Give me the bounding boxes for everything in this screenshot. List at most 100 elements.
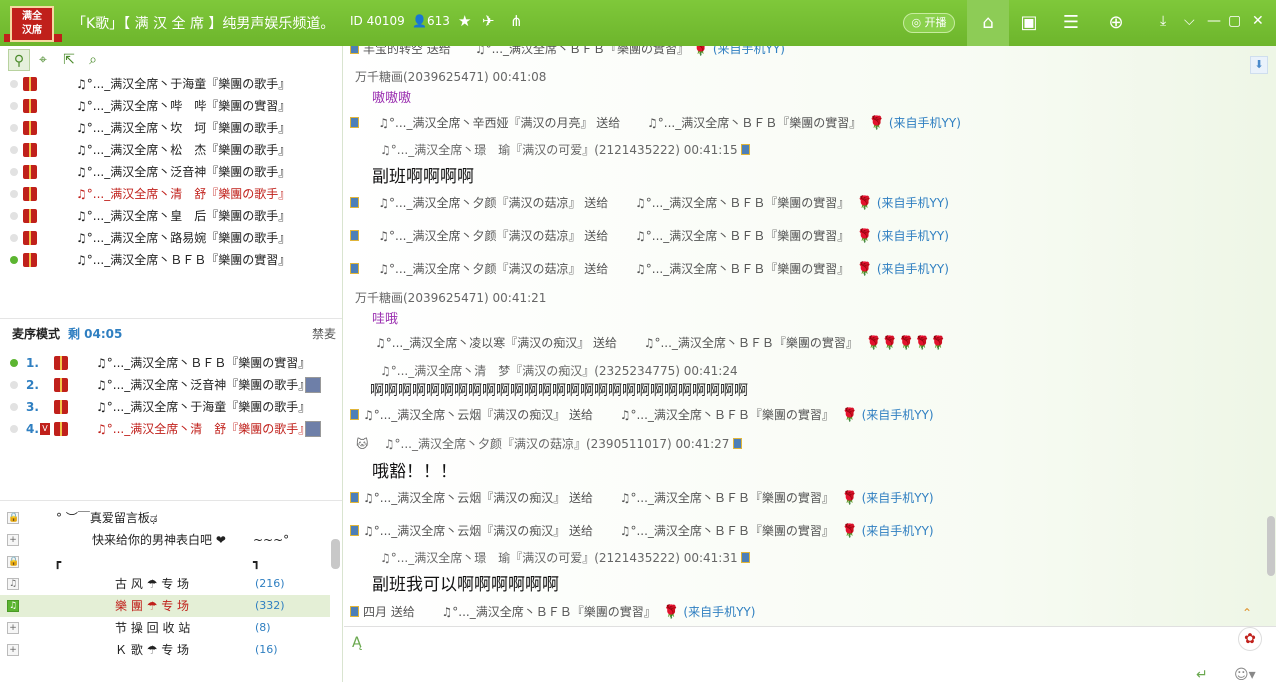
- skin-icon[interactable]: ⌵: [1184, 13, 1195, 29]
- sub-channel-row[interactable]: ♫ 古 风 ☂ 专 场 (216): [0, 573, 330, 595]
- logo-char-2: 全: [32, 11, 42, 22]
- sub-channel-name: 快来给你的男神表白吧 ❤: [92, 533, 226, 547]
- gift-icon: [54, 400, 68, 414]
- status-dot: [10, 359, 18, 367]
- user-row[interactable]: ♫°..._满汉全席丶松 杰『樂團の歌手』: [0, 139, 340, 161]
- left-panel: ⚲ ⌖ ⇱ ⌕ ♫°..._满汉全席丶于海童『樂團の歌手』 ♫°..._满汉全席…: [0, 46, 343, 682]
- sub-channel-name: 节 操 回 收 站: [115, 621, 191, 635]
- gift-icon: [23, 231, 37, 245]
- message-meta: 🐱 ♫°..._满汉全席丶夕颜『满汉の菇凉』(2390511017) 00:41…: [356, 435, 746, 452]
- gamepad-icon[interactable]: ⊕: [1095, 0, 1137, 46]
- queue-row[interactable]: 4. V ♫°..._满汉全席丶清 舒『樂團の歌手』: [0, 418, 340, 440]
- status-dot: [10, 256, 18, 264]
- queue-name: ♫°..._满汉全席丶ＢＦＢ『樂團の實習』: [96, 356, 311, 370]
- user-row[interactable]: ♫°..._满汉全席丶路易婉『樂團の歌手』: [0, 227, 340, 249]
- chat-scrollbar[interactable]: [1267, 516, 1275, 576]
- search-icon[interactable]: ⌕: [82, 49, 104, 71]
- location-tab-icon[interactable]: ⌖: [32, 49, 54, 71]
- gift-to: ♫°..._满汉全席丶ＢＦＢ『樂團の實習』: [441, 605, 656, 619]
- sub-channel-count: (216): [255, 577, 285, 590]
- mobile-source: (来自手机YY): [888, 116, 961, 130]
- sub-channel-row-active[interactable]: ♫ 樂 團 ☂ 专 场 (332): [0, 595, 330, 617]
- sub-channel-row[interactable]: 🔒 ° ︶￣真爱留言板ಢ: [0, 507, 330, 529]
- sub-channel-decoration: ┓: [253, 555, 261, 569]
- gift-from: ♫°..._满汉全席丶夕颜『满汉の菇凉』 送给: [378, 229, 609, 243]
- phone-icon: [350, 492, 359, 503]
- gift-from: ♫°..._满汉全席丶云烟『满汉の痴汉』 送给: [363, 524, 594, 538]
- logo-emblem: 满全 汉席: [10, 6, 54, 42]
- gift-to: ♫°..._满汉全席丶ＢＦＢ『樂團の實習』: [635, 229, 850, 243]
- user-name: ♫°..._满汉全席丶泛音神『樂團の歌手』: [76, 165, 291, 179]
- channel-title: 「K歌」【 满 汉 全 席 】纯男声娱乐频道。: [72, 16, 335, 32]
- download-icon[interactable]: ⤓: [1160, 13, 1166, 29]
- sub-channel-row[interactable]: 🔒 ┏ ┓: [0, 551, 330, 573]
- mobile-source: (来自手机YY): [861, 408, 934, 422]
- phone-icon: [741, 552, 751, 563]
- message-meta-text: ♫°..._满汉全席丶夕颜『满汉の菇凉』(2390511017) 00:41:2…: [383, 437, 730, 451]
- message-meta: 万千糖画(2039625471) 00:41:08: [355, 70, 547, 84]
- user-row[interactable]: ♫°..._满汉全席丶皇 后『樂團の歌手』: [0, 205, 340, 227]
- user-list-tab-icon[interactable]: ⚲: [8, 49, 30, 71]
- home-icon[interactable]: ⌂: [967, 0, 1009, 46]
- user-name: ♫°..._满汉全席丶皇 后『樂團の歌手』: [76, 209, 291, 223]
- gift-message: ♫°..._满汉全席丶云烟『满汉の痴汉』 送给 ♫°..._满汉全席丶ＢＦＢ『樂…: [350, 406, 934, 423]
- status-dot: [10, 425, 18, 433]
- channel-logo[interactable]: 满全 汉席: [4, 4, 62, 44]
- scroll-down-icon[interactable]: ⬇: [1250, 56, 1268, 74]
- profile-card-icon[interactable]: ▣: [1008, 0, 1050, 46]
- share-icon[interactable]: ⋔: [510, 12, 523, 30]
- queue-row[interactable]: 1. ♫°..._满汉全席丶ＢＦＢ『樂團の實習』: [0, 352, 340, 374]
- gift-icon: [54, 422, 68, 436]
- gift-to: ♫°..._满汉全席丶ＢＦＢ『樂團の實習』: [619, 524, 834, 538]
- send-icon[interactable]: ↵: [1196, 667, 1208, 682]
- minimize-icon[interactable]: —: [1207, 13, 1221, 29]
- gift-to: ♫°..._满汉全席丶ＢＦＢ『樂團の實習』: [647, 116, 862, 130]
- user-name: ♫°..._满汉全席丶松 杰『樂團の歌手』: [76, 143, 291, 157]
- avatar[interactable]: [305, 421, 321, 437]
- queue-number: 3.: [26, 400, 39, 414]
- gift-message: ♫°..._满汉全席丶辛西娅『满汉の月亮』 送给 ♫°..._满汉全席丶ＢＦＢ『…: [350, 114, 961, 131]
- user-row[interactable]: ♫°..._满汉全席丶哔 哔『樂團の實習』: [0, 95, 340, 117]
- live-button[interactable]: ◎ 开播: [903, 13, 955, 33]
- sub-channel-row[interactable]: + 快来给你的男神表白吧 ❤ ~~~°: [0, 529, 330, 551]
- user-row[interactable]: ♫°..._满汉全席丶坎 坷『樂團の歌手』: [0, 117, 340, 139]
- user-row[interactable]: ♫°..._满汉全席丶泛音神『樂團の歌手』: [0, 161, 340, 183]
- user-row[interactable]: ♫°..._满汉全席丶于海童『樂團の歌手』: [0, 73, 340, 95]
- sub-channel-row[interactable]: + 节 操 回 收 站 (8): [0, 617, 330, 639]
- rose-icon: 🌹: [856, 262, 874, 277]
- sub-channel-name: ° ︶￣真爱留言板ಢ: [56, 511, 158, 525]
- avatar[interactable]: [305, 377, 321, 393]
- voice-input-icon[interactable]: Ą: [352, 635, 362, 651]
- gift-message: 四月 送给 ♫°..._满汉全席丶ＢＦＢ『樂團の實習』 🌹 (来自手机YY): [350, 603, 755, 620]
- rose-icon: 🌹: [856, 196, 874, 211]
- chat-area[interactable]: ⬇ 丰宝的转空 送给 ♫°..._满汉全席丶ＢＦＢ『樂團の實習』 🌹 (来自手机…: [344, 46, 1276, 626]
- flower-gift-icon[interactable]: ✿: [1238, 627, 1262, 651]
- scroll-up-icon[interactable]: ⌃: [1242, 606, 1252, 620]
- phone-icon: [350, 409, 359, 420]
- close-icon[interactable]: ✕: [1252, 13, 1264, 29]
- status-dot: [10, 234, 18, 242]
- rose-icons: 🌹🌹🌹🌹🌹: [865, 336, 947, 351]
- user-row[interactable]: ♫°..._满汉全席丶ＢＦＢ『樂團の實習』: [0, 249, 340, 271]
- queue-remaining: 剩 04:05: [68, 327, 123, 341]
- mobile-source: (来自手机YY): [876, 196, 949, 210]
- phone-icon: [350, 230, 359, 241]
- ban-mic-button[interactable]: 禁麦: [312, 325, 336, 342]
- queue-row[interactable]: 2. ♫°..._满汉全席丶泛音神『樂團の歌手』: [0, 374, 340, 396]
- star-icon[interactable]: ★: [458, 12, 471, 30]
- rose-icon: 🌹: [663, 605, 680, 620]
- message-input[interactable]: [384, 633, 1224, 675]
- user-row[interactable]: ♫°..._满汉全席丶清 舒『樂團の歌手』: [0, 183, 340, 205]
- gift-text: 丰宝的转空 送给 ♫°..._满汉全席丶ＢＦＢ『樂團の實習』: [363, 46, 690, 56]
- maximize-icon[interactable]: ▢: [1228, 13, 1241, 29]
- channel-id: ID 40109: [350, 14, 405, 28]
- gift-to: ♫°..._满汉全席丶ＢＦＢ『樂團の實習』: [619, 491, 834, 505]
- plane-icon[interactable]: ✈: [482, 12, 495, 30]
- list-icon[interactable]: ☰: [1050, 0, 1092, 46]
- export-tab-icon[interactable]: ⇱: [58, 49, 80, 71]
- status-dot: [10, 212, 18, 220]
- queue-row[interactable]: 3. ♫°..._满汉全席丶于海童『樂團の歌手』: [0, 396, 340, 418]
- channel-list-scrollbar[interactable]: [331, 539, 340, 569]
- sub-channel-row[interactable]: + Ｋ 歌 ☂ 专 场 (16): [0, 639, 330, 661]
- emoji-icon[interactable]: ☺▾: [1234, 667, 1256, 682]
